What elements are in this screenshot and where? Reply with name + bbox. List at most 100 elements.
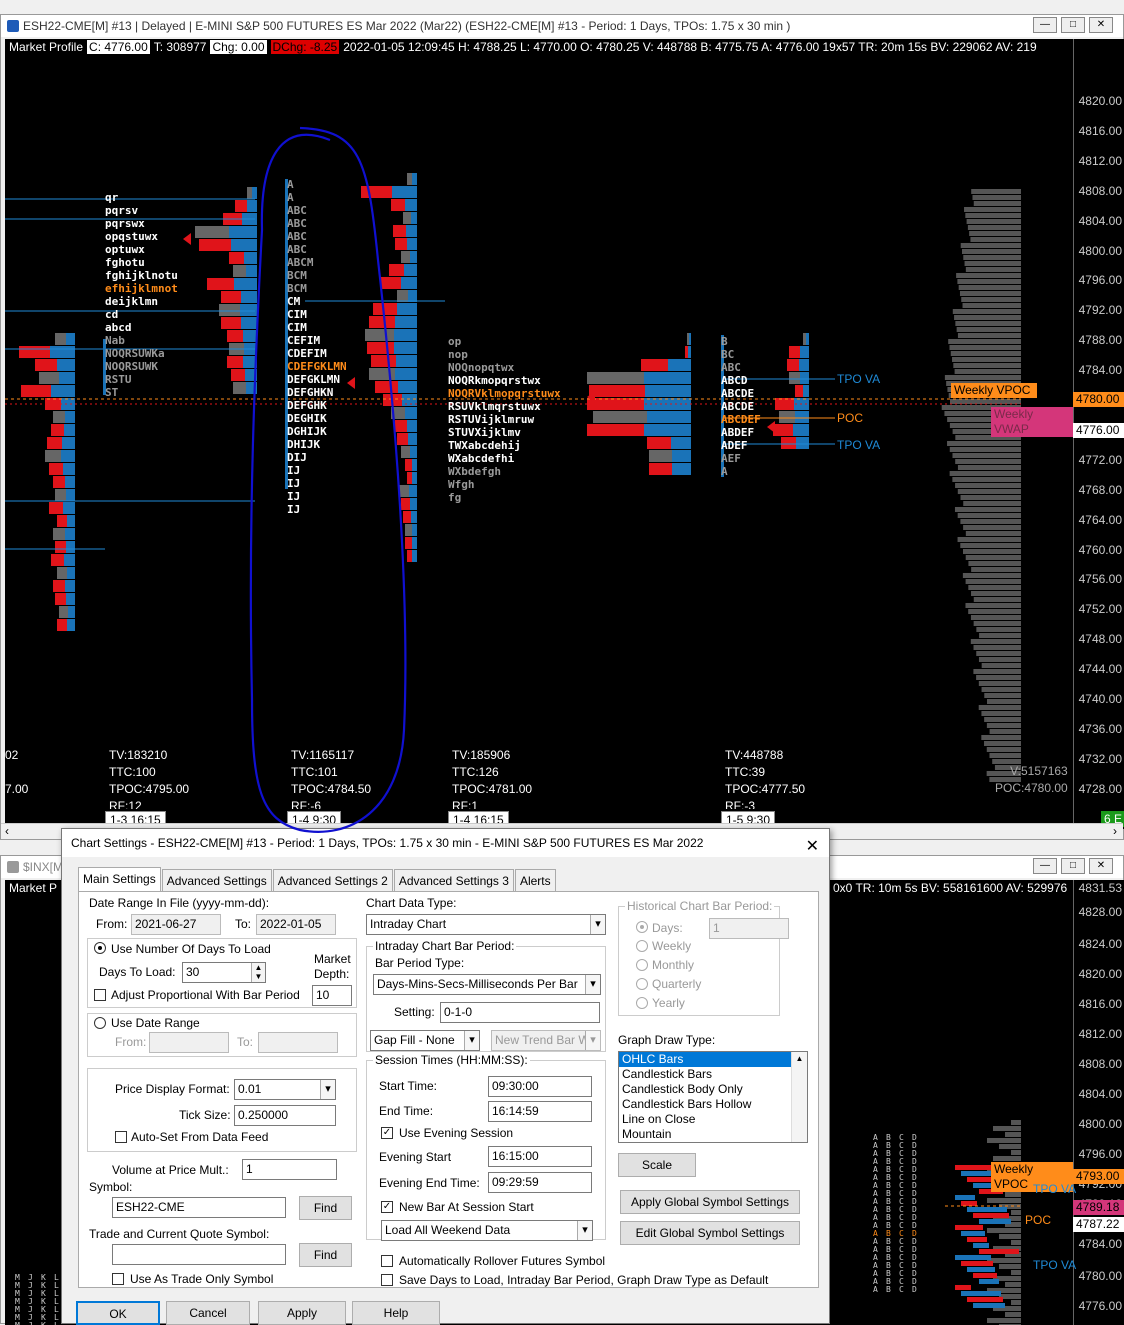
- from-date-field[interactable]: 2021-06-27: [131, 914, 221, 935]
- sell-volume-bar: [397, 433, 408, 445]
- chart-data-type-select[interactable]: Intraday Chart: [366, 914, 606, 935]
- bottom-tpo-letter: A: [873, 1285, 878, 1294]
- hist-monthly-radio[interactable]: [636, 959, 648, 971]
- use-trade-only-checkbox[interactable]: [112, 1273, 124, 1285]
- buy-volume-bar: [66, 593, 75, 605]
- new-bar-session-checkbox[interactable]: ✓: [381, 1201, 393, 1213]
- left-partial-stats: 02 7.00: [5, 748, 29, 796]
- date-range-to-field[interactable]: [258, 1032, 338, 1053]
- weekend-data-select[interactable]: Load All Weekend Data: [381, 1220, 593, 1241]
- buy-volume-bar: [412, 524, 417, 536]
- bottom-price-axis[interactable]: 4831.53 4828.00 4824.00 4820.00 4816.00 4812.…: [1073, 880, 1124, 1325]
- scroll-right-icon[interactable]: ›: [1113, 824, 1117, 838]
- use-days-radio[interactable]: [94, 942, 106, 954]
- close-button[interactable]: ✕: [1089, 17, 1113, 33]
- buy-volume-bar: [247, 200, 257, 212]
- tab-alerts[interactable]: Alerts: [514, 869, 556, 891]
- auto-set-checkbox[interactable]: [115, 1131, 127, 1143]
- hist-weekly-radio[interactable]: [636, 940, 648, 952]
- composite-volume-bar: [963, 549, 1021, 554]
- composite-volume-bar: [981, 735, 1021, 740]
- bottom-minimize-button[interactable]: —: [1033, 858, 1057, 874]
- find-trade-symbol-button[interactable]: Find: [299, 1243, 352, 1267]
- dialog-titlebar[interactable]: Chart Settings - ESH22-CME[M] #13 - Peri…: [62, 829, 829, 857]
- end-time-field[interactable]: 16:14:59: [488, 1101, 592, 1122]
- market-depth-field[interactable]: 10: [312, 985, 352, 1006]
- hist-days-radio[interactable]: [636, 921, 648, 933]
- find-symbol-button[interactable]: Find: [299, 1196, 352, 1220]
- use-date-range-radio[interactable]: [94, 1017, 106, 1029]
- adjust-proportional-checkbox[interactable]: [94, 989, 106, 1001]
- edit-global-symbol-button[interactable]: Edit Global Symbol Settings: [620, 1221, 800, 1245]
- graph-draw-option[interactable]: Mountain: [619, 1127, 807, 1142]
- tab-advanced-settings-2[interactable]: Advanced Settings 2: [272, 869, 393, 891]
- list-scrollbar[interactable]: ▲: [791, 1052, 807, 1142]
- chart-window-titlebar[interactable]: ESH22-CME[M] #13 | Delayed | E-MINI S&P …: [1, 15, 1123, 37]
- bottom-volume-bar: [961, 1231, 985, 1236]
- setting-field[interactable]: 0-1-0: [440, 1002, 600, 1023]
- apply-button[interactable]: Apply: [258, 1301, 346, 1325]
- symbol-field[interactable]: ESH22-CME: [112, 1197, 286, 1218]
- scroll-left-icon[interactable]: ‹: [5, 824, 9, 838]
- bottom-price-tick-label: 4820.00: [1078, 967, 1122, 981]
- evening-start-field[interactable]: 16:15:00: [488, 1146, 592, 1167]
- help-button[interactable]: Help: [352, 1301, 440, 1325]
- buy-volume-bar: [405, 199, 417, 211]
- days-spinner[interactable]: ▲ ▼: [251, 963, 265, 982]
- tab-advanced-settings[interactable]: Advanced Settings: [161, 869, 272, 891]
- start-time-field[interactable]: 09:30:00: [488, 1076, 592, 1097]
- scale-button[interactable]: Scale: [618, 1153, 696, 1177]
- composite-volume-bar: [979, 633, 1021, 638]
- apply-global-symbol-button[interactable]: Apply Global Symbol Settings: [620, 1190, 800, 1214]
- bar-period-type-select[interactable]: Days-Mins-Secs-Milliseconds Per Bar: [373, 974, 601, 995]
- sell-volume-bar: [55, 541, 66, 553]
- graph-draw-option[interactable]: Candlestick Bars Hollow: [619, 1097, 807, 1112]
- gap-fill-select[interactable]: Gap Fill - None: [370, 1030, 480, 1051]
- date-range-from-field[interactable]: [149, 1032, 229, 1053]
- ok-button[interactable]: OK: [76, 1301, 160, 1325]
- tick-size-field[interactable]: 0.250000: [234, 1105, 336, 1126]
- minimize-button[interactable]: —: [1033, 17, 1057, 33]
- tpo-row: ABC: [287, 243, 307, 256]
- cancel-button[interactable]: Cancel: [166, 1301, 250, 1325]
- new-trend-bar-select[interactable]: New Trend Bar W: [491, 1030, 601, 1051]
- from-label: From:: [96, 917, 128, 931]
- maximize-button[interactable]: □: [1061, 17, 1085, 33]
- buy-volume-bar: [806, 333, 809, 345]
- bottom-tpo-letter: C: [899, 1285, 904, 1294]
- tpo-row: ABCDE: [721, 387, 755, 400]
- graph-draw-option[interactable]: Line on Close: [619, 1112, 807, 1127]
- tick-size-label: Tick Size:: [179, 1108, 231, 1122]
- hist-quarterly-radio[interactable]: [636, 978, 648, 990]
- tpo-row: CIM: [287, 308, 307, 321]
- trade-quote-field[interactable]: [112, 1244, 286, 1265]
- hist-days-field[interactable]: 1: [709, 918, 789, 939]
- bottom-maximize-button[interactable]: □: [1061, 858, 1085, 874]
- graph-draw-option[interactable]: Candlestick Bars: [619, 1067, 807, 1082]
- to-date-field[interactable]: 2022-01-05: [256, 914, 336, 935]
- setting-label: Setting:: [394, 1005, 435, 1019]
- price-format-select[interactable]: 0.01: [234, 1079, 336, 1100]
- use-evening-session-checkbox[interactable]: ✓: [381, 1127, 393, 1139]
- sell-volume-bar: [395, 238, 407, 250]
- dialog-close-icon[interactable]: ✕: [806, 833, 819, 861]
- profile-4-stats: TV:448788 TTC:39 TPOC:4777.50 RF:-3: [725, 748, 806, 813]
- volume-mult-field[interactable]: 1: [242, 1159, 337, 1180]
- tab-main-settings[interactable]: Main Settings: [78, 867, 161, 891]
- market-profile-chart[interactable]: Market Profile C: 4776.00 T: 308977 Chg: 0.…: [5, 39, 1124, 829]
- auto-rollover-checkbox[interactable]: [381, 1255, 393, 1267]
- sell-volume-bar: [401, 446, 410, 458]
- save-default-checkbox[interactable]: [381, 1274, 393, 1286]
- profile-3-stats: TV:185906 TTC:126 TPOC:4781.00 RF:1: [452, 748, 533, 813]
- evening-end-field[interactable]: 09:29:59: [488, 1172, 592, 1193]
- graph-draw-type-list[interactable]: OHLC Bars Candlestick Bars Candlestick B…: [618, 1051, 808, 1143]
- graph-draw-option[interactable]: OHLC Bars: [619, 1052, 807, 1067]
- bottom-close-button[interactable]: ✕: [1089, 858, 1113, 874]
- hist-yearly-radio[interactable]: [636, 997, 648, 1009]
- sell-volume-bar: [227, 356, 243, 368]
- tab-advanced-settings-3[interactable]: Advanced Settings 3: [393, 869, 514, 891]
- sell-volume-bar: [407, 173, 412, 185]
- buy-volume-bar: [410, 446, 417, 458]
- graph-draw-option[interactable]: Candlestick Body Only: [619, 1082, 807, 1097]
- composite-volume-bar: [987, 699, 1021, 704]
